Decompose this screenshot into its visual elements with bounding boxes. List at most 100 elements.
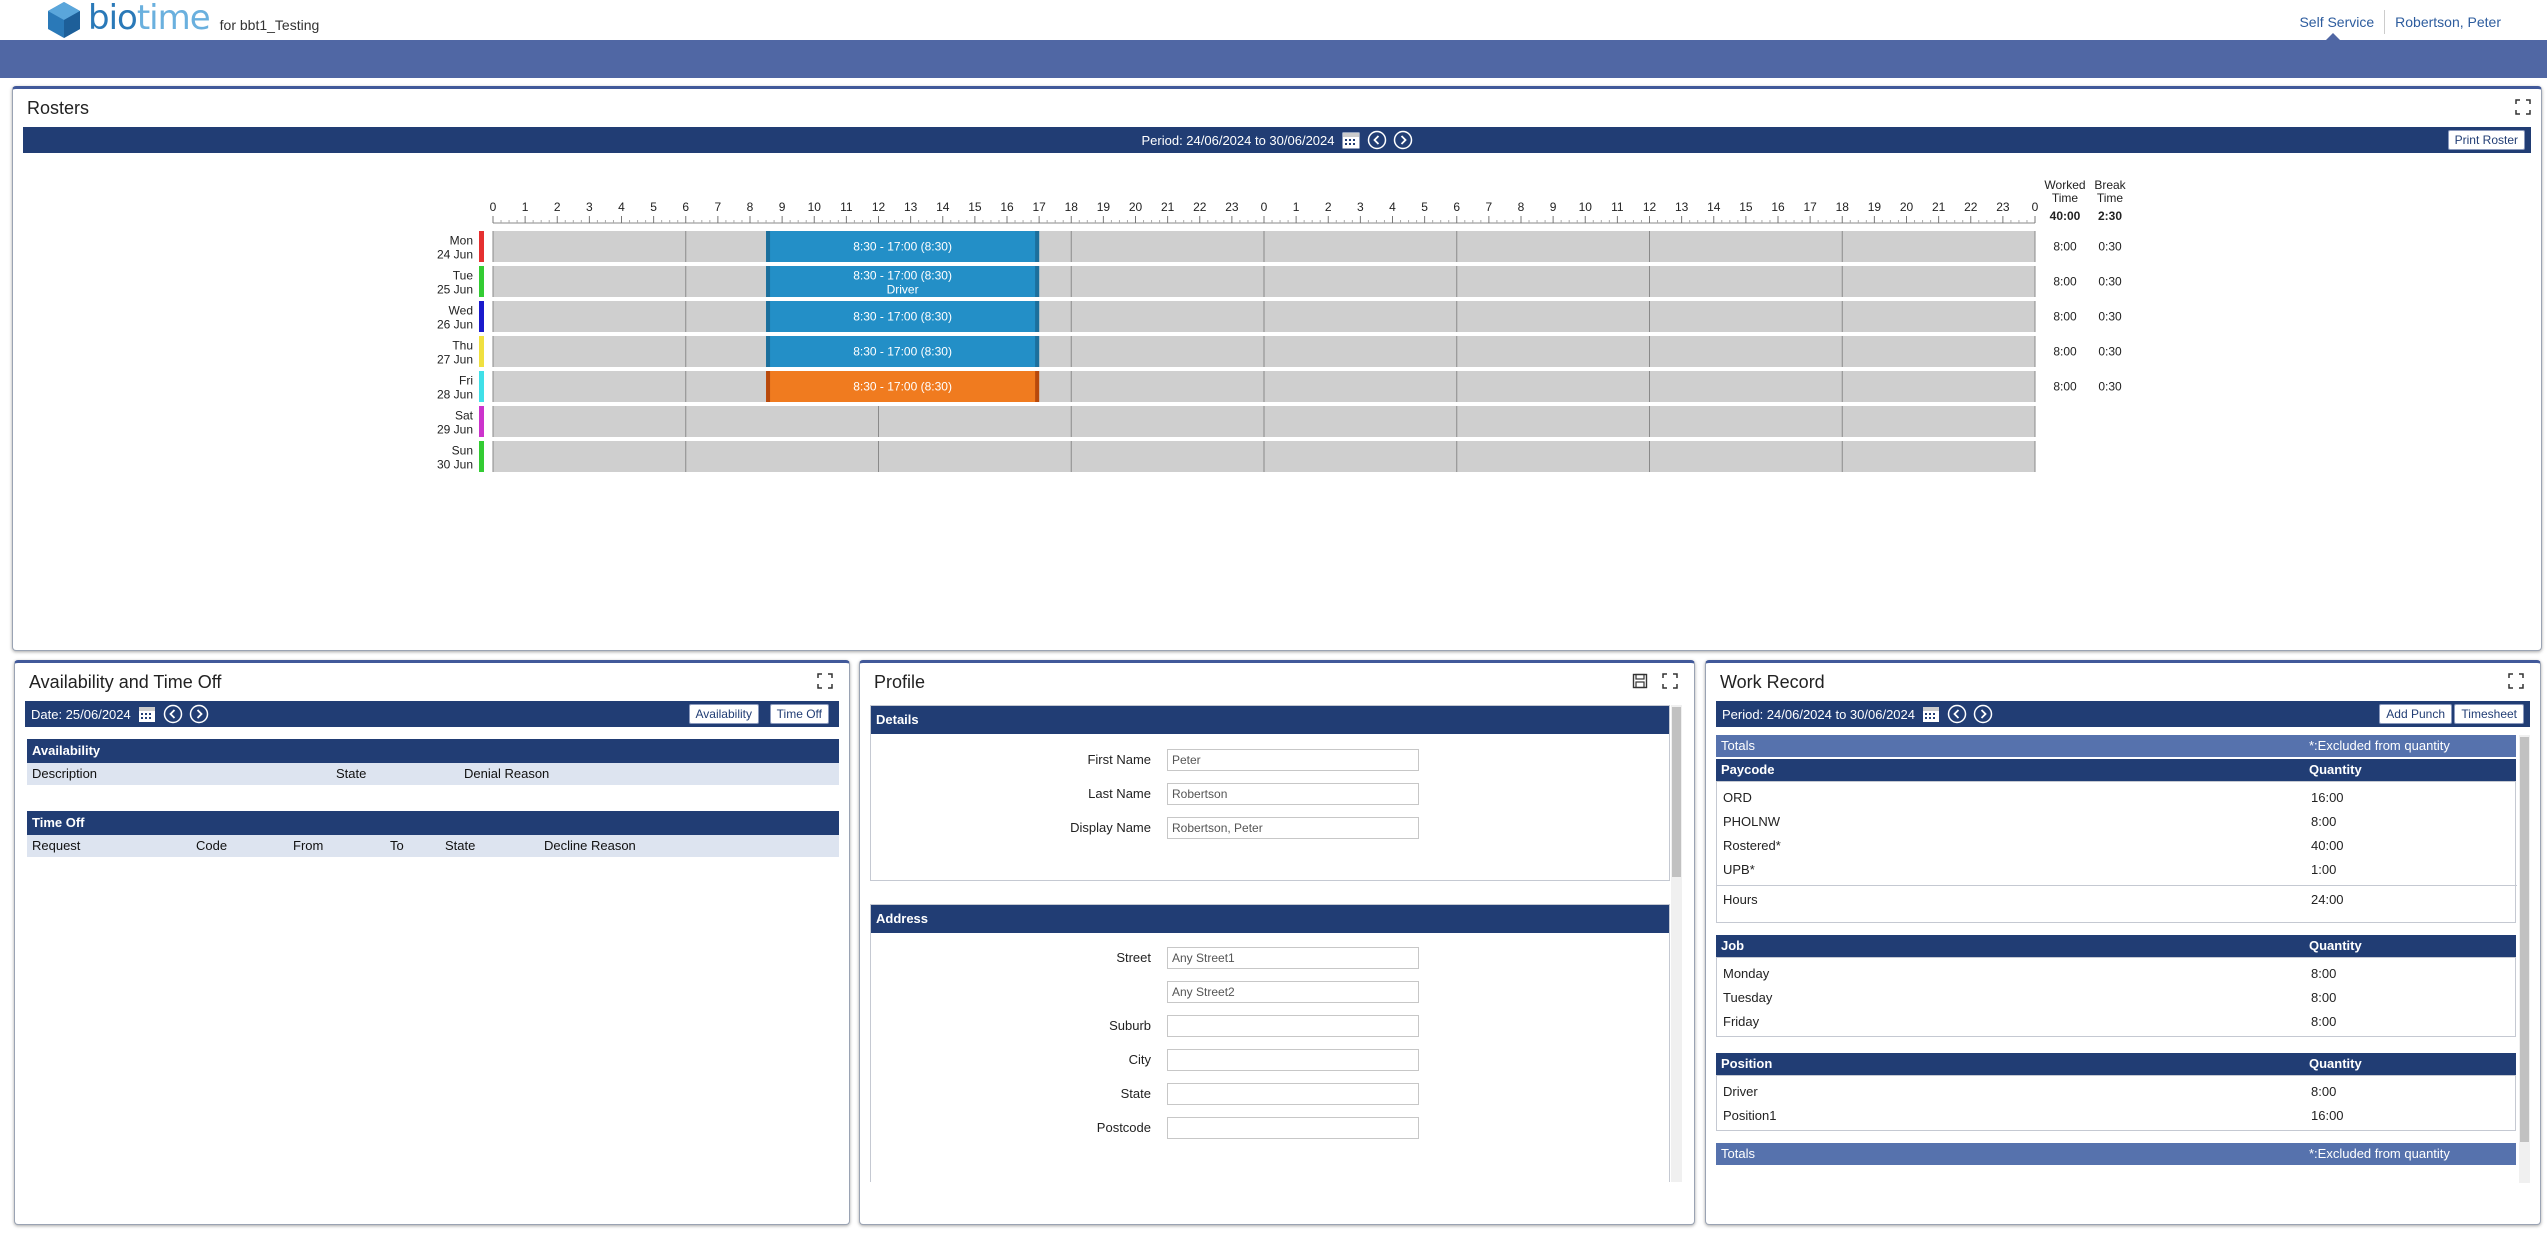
top-nav: Self Service Robertson, Peter <box>2289 10 2511 34</box>
hour-tick-label: 5 <box>650 200 657 214</box>
timesheet-button[interactable]: Timesheet <box>2454 704 2524 724</box>
hour-tick-label: 9 <box>1550 200 1557 214</box>
street2-input[interactable] <box>1167 981 1419 1003</box>
city-label: City <box>1128 1052 1151 1067</box>
hour-tick-label: 4 <box>618 200 625 214</box>
day-label: Tue <box>453 269 474 283</box>
shift-end-edge <box>1035 336 1040 367</box>
expand-icon[interactable] <box>817 673 833 689</box>
profile-scrollbar[interactable] <box>1671 705 1682 1182</box>
work-record-scroll-area[interactable]: Totals *:Excluded from quantity Paycode … <box>1716 735 2530 1183</box>
add-punch-button[interactable]: Add Punch <box>2379 704 2452 724</box>
date-label: 30 Jun <box>437 458 473 472</box>
availability-button[interactable]: Availability <box>688 704 759 724</box>
job-qty: 8:00 <box>2311 990 2337 1005</box>
expand-icon[interactable] <box>1662 673 1678 689</box>
calendar-icon[interactable] <box>137 704 157 724</box>
day-label: Fri <box>459 374 473 388</box>
hour-tick-label: 1 <box>1293 200 1300 214</box>
next-period-icon[interactable] <box>1973 704 1993 724</box>
suburb-input[interactable] <box>1167 1015 1419 1037</box>
hour-tick-label: 1 <box>522 200 529 214</box>
active-nav-caret <box>2326 33 2340 40</box>
day-color-marker <box>479 231 484 262</box>
work-record-scrollbar[interactable] <box>2519 735 2530 1183</box>
availability-section-header: Availability <box>27 739 839 763</box>
worked-time-value: 8:00 <box>2053 240 2077 254</box>
biotime-logo[interactable]: biotime for bbt1_Testing <box>44 0 319 40</box>
hour-tick-label: 9 <box>779 200 786 214</box>
job-qty: 8:00 <box>2311 1014 2337 1029</box>
break-time-value: 0:30 <box>2098 310 2122 324</box>
col-state: State <box>445 838 476 853</box>
col-state: State <box>336 766 367 781</box>
display-name-label: Display Name <box>1070 820 1151 835</box>
profile-scrollbar-thumb[interactable] <box>1672 707 1681 877</box>
prev-period-icon[interactable] <box>1947 704 1967 724</box>
save-icon[interactable] <box>1632 673 1648 689</box>
hour-tick-label: 18 <box>1065 200 1079 214</box>
calendar-icon[interactable] <box>1921 704 1941 724</box>
day-label: Mon <box>450 234 473 248</box>
hour-tick-label: 13 <box>1675 200 1689 214</box>
hour-tick-label: 3 <box>586 200 593 214</box>
time-off-section-header: Time Off <box>27 811 839 835</box>
position-name: Position1 <box>1723 1108 1777 1123</box>
shift-label: 8:30 - 17:00 (8:30) <box>853 380 952 394</box>
quantity-col: Quantity <box>2309 762 2362 777</box>
city-row: City <box>871 1049 1671 1071</box>
street-label: Street <box>1116 950 1151 965</box>
first-name-input[interactable] <box>1167 749 1419 771</box>
profile-scroll-area[interactable]: Details First Name Last Name Display Nam… <box>870 705 1682 1182</box>
city-input[interactable] <box>1167 1049 1419 1071</box>
shift-position-label: Driver <box>887 283 919 297</box>
break-time-value: 0:30 <box>2098 380 2122 394</box>
hour-tick-label: 17 <box>1032 200 1046 214</box>
position-header: Position Quantity <box>1716 1053 2516 1075</box>
last-name-input[interactable] <box>1167 783 1419 805</box>
state-input[interactable] <box>1167 1083 1419 1105</box>
top-header: biotime for bbt1_Testing Self Service Ro… <box>0 0 2547 40</box>
address-header: Address <box>871 905 1669 933</box>
next-date-icon[interactable] <box>189 704 209 724</box>
time-off-columns: Request Code From To State Decline Reaso… <box>27 835 839 857</box>
postcode-input[interactable] <box>1167 1117 1419 1139</box>
display-name-input[interactable] <box>1167 817 1419 839</box>
hour-tick-label: 6 <box>1453 200 1460 214</box>
bottom-totals-header: Totals *:Excluded from quantity <box>1716 1143 2516 1165</box>
work-record-scrollbar-thumb[interactable] <box>2520 737 2529 1142</box>
break-time-header: Break <box>2094 178 2126 192</box>
col-description: Description <box>32 766 98 781</box>
table-row: Friday 8:00 <box>1717 1010 2517 1034</box>
day-color-marker <box>479 441 484 472</box>
tenant-name: for bbt1_Testing <box>219 17 320 33</box>
panel-title: Availability and Time Off <box>29 672 222 692</box>
table-row: ORD 16:00 <box>1717 786 2517 810</box>
worked-time-header: Worked <box>2044 178 2085 192</box>
paycode-qty: 1:00 <box>2311 862 2337 877</box>
time-off-button[interactable]: Time Off <box>769 704 829 724</box>
job-qty: 8:00 <box>2311 966 2337 981</box>
period-text: Period: 24/06/2024 to 30/06/2024 <box>1722 706 1915 722</box>
col-decline-reason: Decline Reason <box>544 838 636 853</box>
street1-input[interactable] <box>1167 947 1419 969</box>
nav-self-service[interactable]: Self Service <box>2289 14 2384 30</box>
expand-icon[interactable] <box>2508 673 2524 689</box>
hour-tick-label: 14 <box>1707 200 1721 214</box>
hour-tick-label: 11 <box>840 200 853 214</box>
date-label: 29 Jun <box>437 423 473 437</box>
totals-header: Totals *:Excluded from quantity <box>1716 735 2516 757</box>
paycode-col: Paycode <box>1721 762 1775 777</box>
hour-tick-label: 19 <box>1097 200 1111 214</box>
hour-tick-label: 16 <box>1771 200 1785 214</box>
display-name-row: Display Name <box>871 817 1671 839</box>
hour-tick-label: 10 <box>1579 200 1593 214</box>
prev-date-icon[interactable] <box>163 704 183 724</box>
first-name-row: First Name <box>871 749 1671 771</box>
logo-cube-icon <box>48 2 80 38</box>
break-time-value: 0:30 <box>2098 240 2122 254</box>
worked-time-value: 8:00 <box>2053 345 2077 359</box>
hour-tick-label: 4 <box>1389 200 1396 214</box>
nav-user-menu[interactable]: Robertson, Peter <box>2385 14 2511 30</box>
date-label: 28 Jun <box>437 388 473 402</box>
